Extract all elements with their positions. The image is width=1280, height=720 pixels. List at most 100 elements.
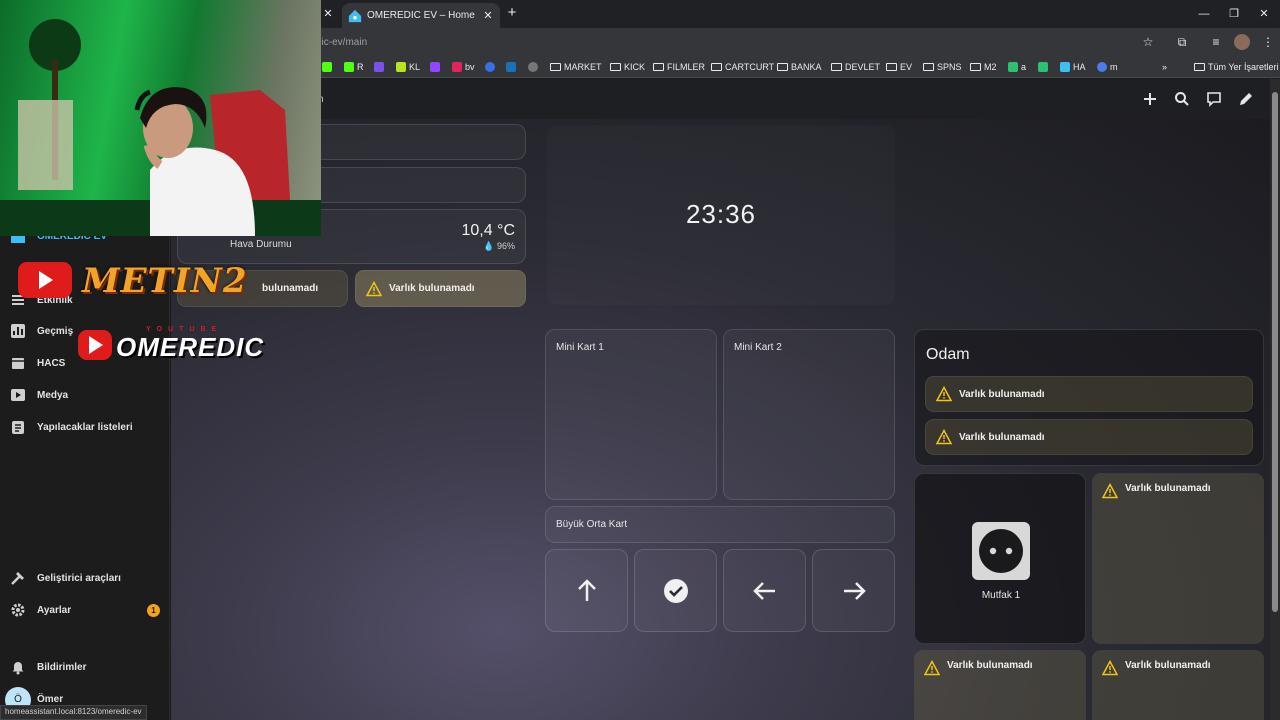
warning-icon <box>366 280 382 296</box>
bookmark-folder-devlet[interactable]: DEVLET <box>831 60 880 74</box>
close-window-icon[interactable]: ✕ <box>1254 5 1274 23</box>
bookmark-folder-all[interactable]: Tüm Yer İşaretleri <box>1194 60 1279 74</box>
bookmark-m[interactable]: m <box>1097 60 1118 74</box>
bookmark-r[interactable]: R <box>344 60 364 74</box>
profile-avatar[interactable] <box>1234 34 1250 50</box>
outlet-name: Mutfak 1 <box>981 590 1021 601</box>
bookmark-twitch-icon[interactable] <box>374 60 384 74</box>
sidebar-item-dev-tools[interactable]: Geliştirici araçları <box>10 568 121 588</box>
settings-badge: 1 <box>147 604 160 617</box>
outlet-tile[interactable]: Mutfak 1 <box>914 473 1086 644</box>
check-circle-icon <box>664 579 688 603</box>
warning-icon <box>936 429 952 445</box>
room-warning-1[interactable]: Varlık bulunamadı <box>925 376 1253 412</box>
warning-tile-2[interactable]: Varlık bulunamadı <box>914 650 1086 720</box>
arrow-left-icon <box>753 582 775 600</box>
youtube-small-logo-icon <box>78 330 112 360</box>
bookmarks-overflow-icon[interactable]: » <box>1162 60 1167 74</box>
weather-temperature: 10,4 °C <box>461 222 515 239</box>
sidebar-item-media[interactable]: Medya <box>10 385 68 405</box>
dashboard-header <box>170 79 1280 119</box>
warning-tile-1[interactable]: Varlık bulunamadı <box>1092 473 1264 644</box>
bookmark-twitch2-icon[interactable] <box>430 60 440 74</box>
bookmark-folder-market[interactable]: MARKET <box>550 60 602 74</box>
arrow-left-button[interactable] <box>723 549 806 632</box>
bookmark-folder-filmler[interactable]: FILMLER <box>653 60 705 74</box>
media-controls-icon[interactable]: ≡ <box>1208 34 1224 50</box>
link-status-url: homeassistant.local:8123/omeredic-ev <box>0 705 147 720</box>
chart-box-icon <box>11 324 25 338</box>
sidebar-item-settings[interactable]: Ayarlar <box>10 600 71 620</box>
bookmark-folder-banka[interactable]: BANKA <box>777 60 822 74</box>
check-button[interactable] <box>634 549 717 632</box>
webcam-overlay <box>0 0 321 236</box>
sidebar-item-hacs[interactable]: HACS <box>10 353 65 373</box>
warning-icon <box>1102 483 1118 499</box>
bookmark-kl[interactable]: KL <box>396 60 420 74</box>
big-center-card-title: Büyük Orta Kart <box>556 519 628 530</box>
sidebar-item-history[interactable]: Geçmiş <box>10 321 73 341</box>
scrollbar-thumb[interactable] <box>1272 92 1278 612</box>
close-tab-icon[interactable]: ✕ <box>320 6 336 22</box>
warning-card-right[interactable]: Varlık bulunamadı <box>355 270 526 307</box>
big-center-card[interactable]: Büyük Orta Kart <box>545 506 895 543</box>
bookmark-folder-ev[interactable]: EV <box>886 60 912 74</box>
add-icon[interactable] <box>1141 90 1159 108</box>
arrow-up-button[interactable] <box>545 549 628 632</box>
warning-tile-3[interactable]: Varlık bulunamadı <box>1092 650 1264 720</box>
water-drop-icon: 💧 <box>483 241 495 251</box>
bookmark-ha[interactable]: HA <box>1060 60 1086 74</box>
bookmark-r2-icon[interactable] <box>485 60 495 74</box>
metin2-logo: METIN2 <box>82 261 248 301</box>
browser-tab-active[interactable]: OMEREDIC EV – Home Assistan ✕ <box>342 3 500 28</box>
bookmark-folder-spns[interactable]: SPNS <box>923 60 962 74</box>
hacs-icon <box>12 358 24 369</box>
warning-icon <box>1102 660 1118 676</box>
bookmark-folder-kick[interactable]: KICK <box>610 60 645 74</box>
bookmark-kick-icon[interactable] <box>322 60 332 74</box>
room-warning-2[interactable]: Varlık bulunamadı <box>925 419 1253 455</box>
gear-icon <box>11 603 25 617</box>
close-tab-icon[interactable]: ✕ <box>482 9 494 22</box>
assist-icon[interactable] <box>1205 90 1223 108</box>
hammer-icon <box>11 572 24 585</box>
extensions-icon[interactable]: ⧉ <box>1174 34 1190 50</box>
webcam-person-image <box>0 19 321 236</box>
bell-icon <box>12 662 24 675</box>
minimize-icon[interactable]: — <box>1194 5 1214 23</box>
edit-pencil-icon[interactable] <box>1237 90 1255 108</box>
room-title: Odam <box>926 346 970 363</box>
tab-title: OMEREDIC EV – Home Assistan <box>367 10 477 21</box>
bookmark-web-icon[interactable] <box>528 60 538 74</box>
restore-icon[interactable]: ❐ <box>1224 5 1244 23</box>
arrow-right-button[interactable] <box>812 549 895 632</box>
bookmark-bv[interactable]: bv <box>452 60 475 74</box>
bookmark-folder-cartcurt[interactable]: CARTCURT <box>711 60 774 74</box>
mini-card-2-title: Mini Kart 2 <box>734 342 782 353</box>
bookmark-steam-icon[interactable] <box>506 60 516 74</box>
clock-card: 23:36 <box>547 125 895 305</box>
clipboard-list-icon <box>12 421 24 434</box>
sidebar-item-todo[interactable]: Yapılacaklar listeleri <box>10 417 133 437</box>
search-icon[interactable] <box>1173 90 1191 108</box>
mini-card-1-title: Mini Kart 1 <box>556 342 604 353</box>
bookmark-green-icon[interactable] <box>1038 60 1048 74</box>
play-box-icon <box>11 389 25 401</box>
warning-icon <box>936 386 952 402</box>
sidebar-item-notifications[interactable]: Bildirimler <box>10 657 86 677</box>
mini-card-1[interactable]: Mini Kart 1 <box>545 329 717 500</box>
channel-logo: OMEREDIC <box>116 332 265 362</box>
bookmark-folder-m2[interactable]: M2 <box>970 60 997 74</box>
address-bar[interactable]: dic-ev/main <box>316 37 367 48</box>
weather-humidity: 💧 96% <box>483 241 515 251</box>
bookmark-a[interactable]: a <box>1008 60 1026 74</box>
new-tab-button[interactable]: + <box>504 5 520 21</box>
mini-card-2[interactable]: Mini Kart 2 <box>723 329 895 500</box>
home-assistant-favicon-icon <box>348 9 362 22</box>
arrow-right-icon <box>844 582 866 600</box>
star-icon[interactable]: ☆ <box>1140 34 1156 50</box>
youtube-logo-icon <box>18 262 72 298</box>
warning-icon <box>924 660 940 676</box>
arrow-up-icon <box>578 579 596 601</box>
menu-icon[interactable]: ⋮ <box>1260 34 1276 50</box>
